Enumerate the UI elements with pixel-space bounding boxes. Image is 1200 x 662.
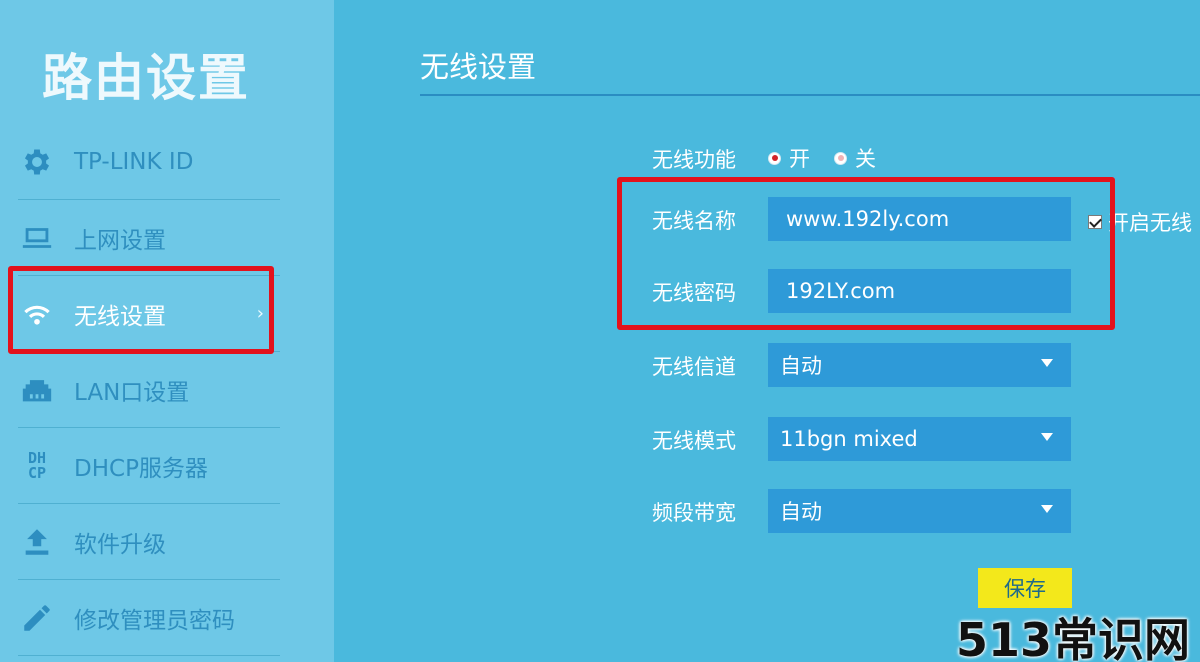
lan-port-icon [18,371,56,409]
sidebar-item-label: 修改管理员密码 [74,607,235,634]
radio-off[interactable] [834,151,847,165]
sidebar-item-upgrade[interactable]: 软件升级 [18,504,280,580]
sidebar-item-lan[interactable]: LAN口设置 [18,352,280,428]
dhcp-icon: DH CP [27,448,47,482]
sidebar-item-admin-password[interactable]: 修改管理员密码 [18,580,280,656]
gear-icon [18,143,56,181]
sidebar-item-internet[interactable]: 上网设置 [18,200,280,276]
channel-select[interactable]: 自动 [768,343,1071,387]
title-divider [420,94,1200,96]
wireless-function-label: 无线功能 [652,148,736,172]
sidebar-item-label: LAN口设置 [74,379,190,406]
sidebar-item-tplink-id[interactable]: TP-LINK ID [18,124,280,200]
sidebar-item-label: 软件升级 [74,531,166,558]
upload-icon [18,523,56,561]
main-panel: 无线设置 无线功能 开 关 无线名称 开启无线 无线密码 无线信道 自动 无线模… [334,0,1200,662]
sidebar-item-dhcp[interactable]: DH CP DHCP服务器 [18,428,280,504]
save-button[interactable]: 保存 [978,568,1072,608]
bandwidth-label: 频段带宽 [652,501,736,525]
mode-label: 无线模式 [652,429,736,453]
highlight-box-credentials [617,177,1115,330]
mode-select[interactable]: 11bgn mixed [768,417,1071,461]
page-title: 无线设置 [420,50,537,84]
mode-select-value: 11bgn mixed [780,427,918,451]
channel-select-value: 自动 [780,354,822,378]
brand-title: 路由设置 [42,49,250,107]
bandwidth-select[interactable]: 自动 [768,489,1071,533]
dropdown-arrow-icon [1041,359,1053,367]
wireless-function-radio-group: 开 关 [768,143,900,173]
pencil-icon [18,599,56,637]
bandwidth-select-value: 自动 [780,500,822,524]
dropdown-arrow-icon [1041,505,1053,513]
channel-label: 无线信道 [652,355,736,379]
radio-on-label: 开 [789,147,810,171]
watermark: 513常识网 [955,613,1190,662]
radio-off-label: 关 [855,147,876,171]
sidebar-item-label: DHCP服务器 [74,455,208,482]
laptop-icon [18,219,56,257]
radio-on[interactable] [768,151,781,165]
highlight-box-sidebar [8,266,274,354]
enable-wireless-label: 开启无线 [1108,211,1192,235]
sidebar-item-label: TP-LINK ID [74,148,194,175]
sidebar-item-label: 上网设置 [74,227,166,254]
dropdown-arrow-icon [1041,433,1053,441]
